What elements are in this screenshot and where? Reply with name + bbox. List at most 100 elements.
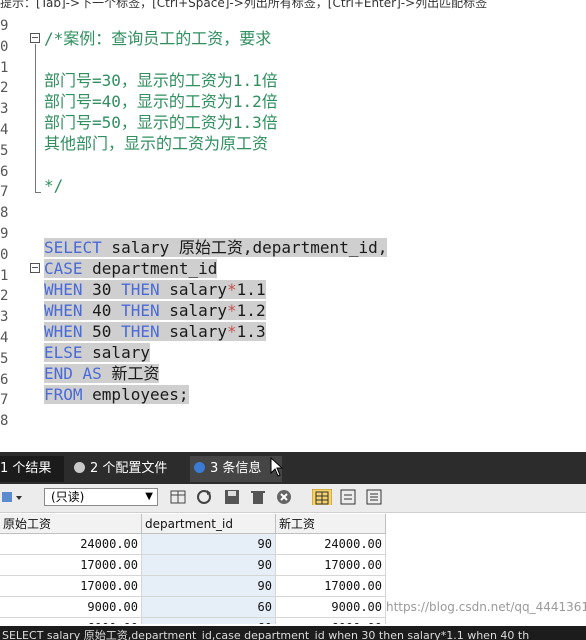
save-icon[interactable] xyxy=(224,489,240,505)
code-line-when[interactable]: WHEN 30 THEN salary*1.1 xyxy=(44,279,266,300)
mode-select[interactable]: (只读) ▼ xyxy=(44,488,158,506)
table-cell[interactable]: 60 xyxy=(142,618,276,624)
code-line[interactable]: /*案例：查询员工的工资，要求 xyxy=(44,28,271,49)
code-line-end[interactable]: END AS 新工资 xyxy=(44,363,160,384)
column-header-label: 原始工资 xyxy=(3,517,52,531)
then-expr: salary xyxy=(159,301,228,320)
when-value: 40 xyxy=(82,301,122,320)
column-header[interactable]: 新工资 xyxy=(276,514,386,534)
code-line-from[interactable]: FROM employees; xyxy=(44,384,189,405)
table-name: employees; xyxy=(82,385,189,404)
tab-profiles-label: 2 个配置文件 xyxy=(90,461,168,476)
factor: 1.3 xyxy=(236,322,266,341)
table-cell[interactable]: 9000.00 xyxy=(0,597,142,618)
status-bar: SELECT salary 原始工资,department_id,case de… xyxy=(0,626,586,640)
column-header[interactable]: 原始工资 xyxy=(0,514,142,534)
table-cell[interactable]: 90 xyxy=(142,555,276,576)
grid-insert-icon[interactable] xyxy=(170,489,186,505)
select-columns: salary 原始工资,department_id, xyxy=(101,238,388,257)
grid-view-icon[interactable] xyxy=(312,489,332,505)
table-cell[interactable]: 9000.00 xyxy=(276,597,386,618)
refresh-icon[interactable] xyxy=(196,489,212,505)
code-line-else[interactable]: ELSE salary xyxy=(44,342,150,363)
comment-text: 部门号=40，显示的工资为1.2倍 xyxy=(44,92,278,111)
column-header-label: 新工资 xyxy=(279,517,316,531)
table-cell[interactable]: 90 xyxy=(142,534,276,555)
keyword-when: WHEN xyxy=(44,301,83,320)
keyword-then: THEN xyxy=(121,301,160,320)
operator: * xyxy=(227,301,237,320)
keyword-when: WHEN xyxy=(44,322,83,341)
cancel-icon[interactable] xyxy=(276,489,292,505)
code-line-when[interactable]: WHEN 50 THEN salary*1.3 xyxy=(44,321,266,342)
info-icon xyxy=(194,462,205,473)
when-value: 30 xyxy=(82,280,122,299)
tab-messages-label: 3 条信息 xyxy=(210,461,262,476)
export-icon[interactable] xyxy=(2,489,26,505)
case-expression: department_id xyxy=(82,259,218,278)
result-toolbar: (只读) ▼ xyxy=(0,484,586,513)
comment-text: 其他部门，显示的工资为原工资 xyxy=(44,134,269,153)
mouse-pointer-icon xyxy=(270,457,284,477)
code-line-select[interactable]: SELECT salary 原始工资,department_id, xyxy=(44,237,388,258)
code-line[interactable]: */ xyxy=(44,175,63,196)
table-cell[interactable]: 24000.00 xyxy=(276,534,386,555)
keyword-case: CASE xyxy=(44,259,83,278)
code-line[interactable]: 部门号=40，显示的工资为1.2倍 xyxy=(44,91,278,112)
code-line[interactable]: 部门号=30，显示的工资为1.1倍 xyxy=(44,70,278,91)
table-cell[interactable]: 6000.00 xyxy=(276,618,386,624)
code-line[interactable]: 其他部门，显示的工资为原工资 xyxy=(44,133,268,154)
chevron-down-icon: ▼ xyxy=(145,491,153,502)
keyword-end: END xyxy=(44,364,73,383)
form-view-icon[interactable] xyxy=(340,489,356,505)
fold-toggle-icon[interactable] xyxy=(30,263,40,273)
keyword-then: THEN xyxy=(121,322,160,341)
tab-messages[interactable]: 3 条信息 xyxy=(190,456,282,482)
text-view-icon[interactable] xyxy=(366,489,382,505)
hint-text: 提示：[Tab]->下一个标签，[Ctrl+Space]->列出所有标签，[Ct… xyxy=(0,0,488,10)
table-cell[interactable]: 17000.00 xyxy=(0,576,142,597)
then-expr: salary xyxy=(159,280,228,299)
comment-text: /*案例：查询员工的工资，要求 xyxy=(44,29,272,48)
tab-results-label: 1 个结果 xyxy=(0,461,52,476)
fold-end xyxy=(35,192,41,193)
keyword-when: WHEN xyxy=(44,280,83,299)
keyword-else: ELSE xyxy=(44,343,83,362)
keyword-as: AS xyxy=(82,364,102,383)
fold-toggle-icon[interactable] xyxy=(30,33,40,43)
table-cell[interactable]: 60 xyxy=(142,597,276,618)
then-expr: salary xyxy=(159,322,228,341)
sql-editor[interactable]: /*案例：查询员工的工资，要求 部门号=30，显示的工资为1.1倍 部门号=40… xyxy=(0,16,586,448)
comment-text: 部门号=50，显示的工资为1.3倍 xyxy=(44,113,278,132)
factor: 1.1 xyxy=(236,280,266,299)
when-value: 50 xyxy=(82,322,122,341)
code-line-when[interactable]: WHEN 40 THEN salary*1.2 xyxy=(44,300,266,321)
table-cell[interactable]: 24000.00 xyxy=(0,534,142,555)
hint-bar: 提示：[Tab]->下一个标签，[Ctrl+Space]->列出所有标签，[Ct… xyxy=(0,0,586,16)
keyword-from: FROM xyxy=(44,385,83,404)
watermark: https://blog.csdn.net/qq_44413610 xyxy=(386,600,586,614)
fold-guide xyxy=(35,44,36,192)
table-cell[interactable]: 17000.00 xyxy=(276,576,386,597)
comment-text: 部门号=30，显示的工资为1.1倍 xyxy=(44,71,278,90)
tab-profiles[interactable]: 2 个配置文件 xyxy=(70,456,182,482)
alias: 新工资 xyxy=(101,364,160,383)
keyword-then: THEN xyxy=(121,280,160,299)
table-cell[interactable]: 6000.00 xyxy=(0,618,142,624)
status-text: SELECT salary 原始工资,department_id,case de… xyxy=(2,629,530,640)
table-cell[interactable]: 17000.00 xyxy=(0,555,142,576)
operator: * xyxy=(227,322,237,341)
table-cell[interactable]: 17000.00 xyxy=(276,555,386,576)
operator: * xyxy=(227,280,237,299)
result-tabs: 1 个结果 2 个配置文件 3 条信息 xyxy=(0,452,586,484)
delete-icon[interactable] xyxy=(250,489,266,505)
else-expr: salary xyxy=(82,343,150,362)
code-line-case[interactable]: CASE department_id xyxy=(44,258,218,279)
column-header[interactable]: department_id xyxy=(142,514,276,534)
comment-text: */ xyxy=(44,176,64,195)
mode-select-value: (只读) xyxy=(51,490,85,504)
table-cell[interactable]: 90 xyxy=(142,576,276,597)
code-line[interactable]: 部门号=50，显示的工资为1.3倍 xyxy=(44,112,278,133)
factor: 1.2 xyxy=(236,301,266,320)
tab-results[interactable]: 1 个结果 xyxy=(0,456,64,482)
